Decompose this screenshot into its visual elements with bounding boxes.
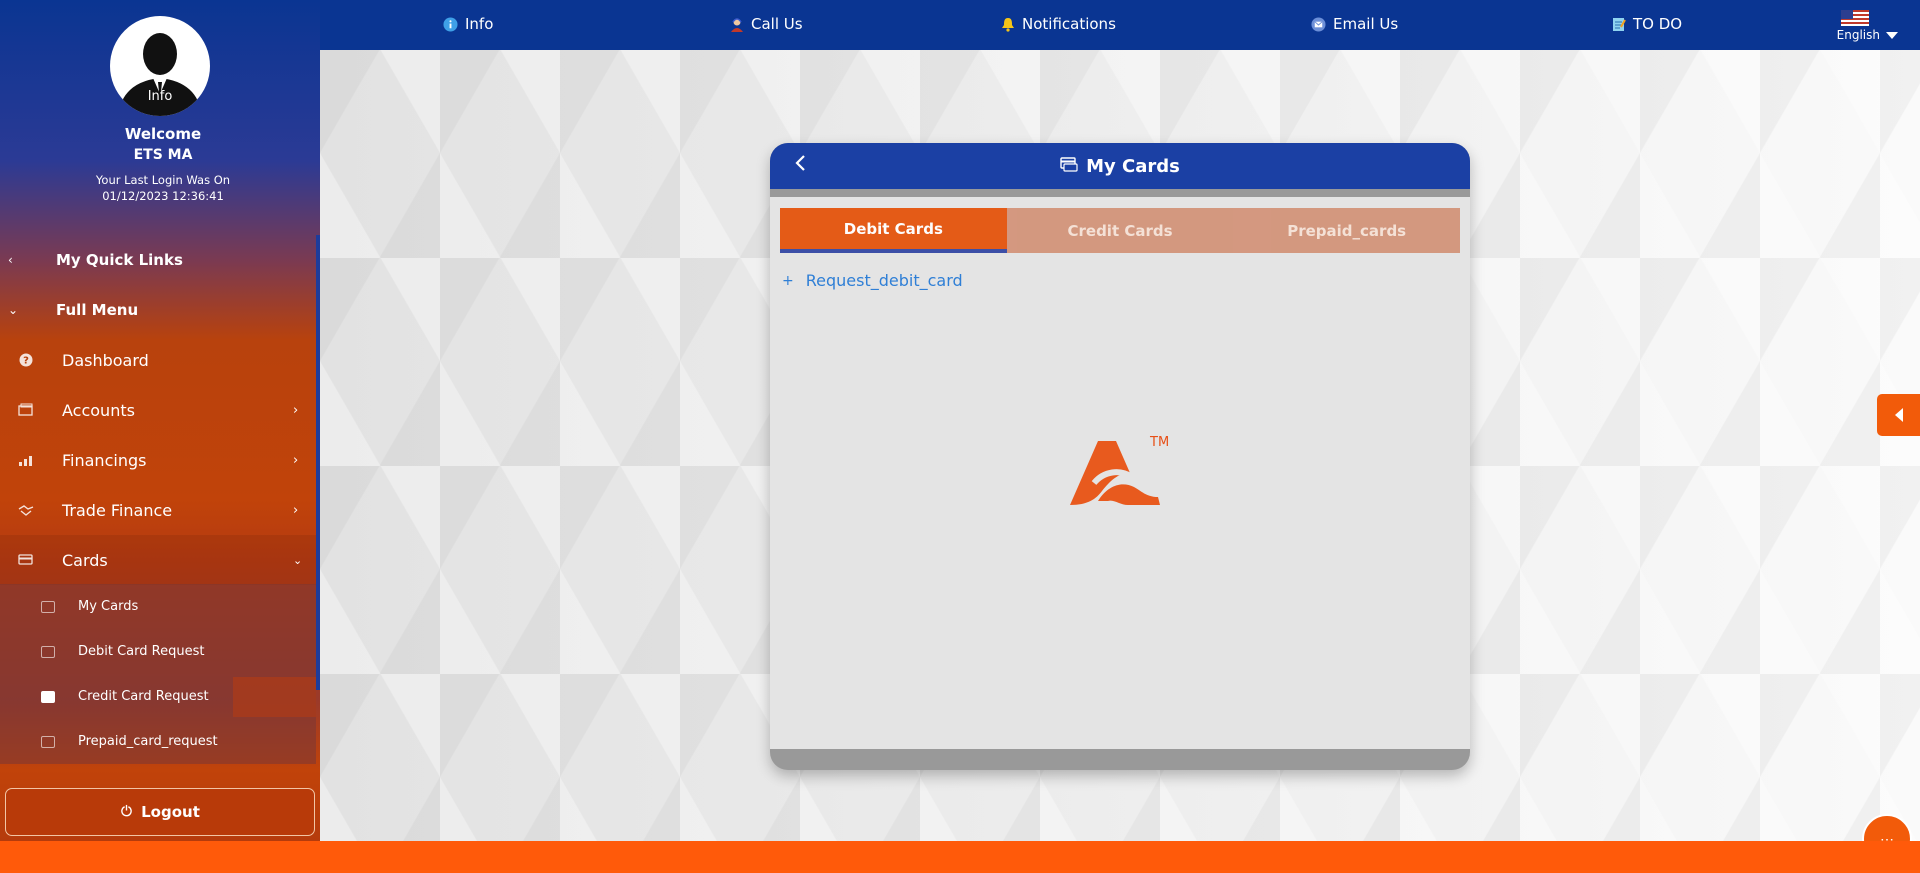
plus-icon: + bbox=[782, 272, 794, 289]
language-selector[interactable]: English bbox=[1837, 10, 1898, 42]
chevron-right-icon: › bbox=[293, 502, 299, 518]
trademark-label: TM bbox=[1150, 435, 1170, 450]
sidebar-item-label: Cards bbox=[62, 550, 108, 570]
email-us-nav-label: Email Us bbox=[1333, 15, 1399, 33]
avatar[interactable]: Info bbox=[110, 16, 210, 116]
card-icon bbox=[41, 735, 55, 748]
notifications-nav-label: Notifications bbox=[1022, 15, 1116, 33]
info-nav-link[interactable]: Info bbox=[443, 0, 493, 48]
card-icon bbox=[41, 645, 55, 658]
full-menu-section[interactable]: ⌄ Full Menu bbox=[0, 290, 316, 330]
handshake-icon bbox=[17, 501, 35, 519]
todo-nav-label: TO DO bbox=[1633, 15, 1683, 33]
chevron-left-icon: ‹ bbox=[8, 253, 13, 267]
quick-links-label: My Quick Links bbox=[56, 251, 183, 269]
help-circle-icon: ? bbox=[17, 351, 35, 369]
notifications-nav-link[interactable]: Notifications bbox=[1000, 0, 1116, 48]
sidebar-subitem-label: Credit Card Request bbox=[78, 689, 209, 704]
chevron-right-icon: › bbox=[293, 452, 299, 468]
quick-links-section[interactable]: ‹ My Quick Links bbox=[0, 240, 316, 280]
username-text: ETS MA bbox=[133, 147, 193, 163]
email-icon bbox=[1311, 16, 1326, 32]
my-cards-panel: My Cards Debit Cards Credit Cards Prepai… bbox=[770, 143, 1470, 770]
logout-label: Logout bbox=[141, 803, 200, 821]
todo-nav-link[interactable]: TO DO bbox=[1611, 0, 1682, 48]
request-debit-card-link[interactable]: + Request_debit_card bbox=[782, 271, 963, 290]
hover-highlight bbox=[233, 677, 316, 717]
sidebar-subitem-label: Debit Card Request bbox=[78, 644, 205, 659]
sidebar-item-cards[interactable]: Cards ⌄ bbox=[0, 535, 316, 585]
card-icon bbox=[17, 551, 35, 569]
logout-button[interactable]: Logout bbox=[5, 788, 315, 836]
language-label: English bbox=[1836, 28, 1880, 42]
request-debit-card-label: Request_debit_card bbox=[805, 271, 963, 290]
chevron-down-icon: ⌄ bbox=[293, 553, 303, 567]
sidebar-item-label: Financings bbox=[62, 450, 147, 470]
last-login-value: 01/12/2023 12:36:41 bbox=[102, 189, 224, 203]
email-us-nav-link[interactable]: Email Us bbox=[1311, 0, 1398, 48]
caret-left-icon bbox=[1894, 408, 1903, 422]
chevron-down-icon bbox=[1886, 32, 1898, 39]
sidebar-subitem-label: Prepaid_card_request bbox=[78, 734, 218, 749]
brand-logo-icon bbox=[1070, 441, 1160, 505]
sidebar-subitem-debit-card-request[interactable]: Debit Card Request bbox=[0, 629, 316, 674]
call-us-nav-label: Call Us bbox=[751, 15, 803, 33]
sidebar-item-label: Accounts bbox=[62, 400, 135, 420]
support-agent-icon bbox=[729, 17, 744, 32]
chevron-down-icon: ⌄ bbox=[8, 303, 19, 317]
tab-debit-cards[interactable]: Debit Cards bbox=[780, 208, 1007, 253]
sidebar-item-label: Trade Finance bbox=[62, 500, 173, 520]
tab-prepaid-cards[interactable]: Prepaid_cards bbox=[1233, 208, 1461, 253]
bell-icon bbox=[1000, 17, 1015, 32]
info-nav-label: Info bbox=[465, 15, 494, 33]
card-icon bbox=[1060, 156, 1078, 177]
panel-body: Debit Cards Credit Cards Prepaid_cards +… bbox=[770, 197, 1470, 749]
sidebar-scrollbar[interactable] bbox=[316, 235, 320, 690]
sidebar-item-label: Dashboard bbox=[62, 350, 149, 370]
sidebar-subitem-label: My Cards bbox=[78, 599, 139, 614]
sidebar: Info Welcome ETS MA Your Last Login Was … bbox=[0, 0, 320, 841]
sidebar-subitem-prepaid-card-request[interactable]: Prepaid_card_request bbox=[0, 719, 316, 764]
chart-icon bbox=[17, 451, 35, 469]
sidebar-item-financings[interactable]: Financings › bbox=[0, 435, 316, 485]
card-tabs: Debit Cards Credit Cards Prepaid_cards bbox=[780, 208, 1461, 253]
panel-title-text: My Cards bbox=[1086, 155, 1180, 177]
footer-bar bbox=[0, 841, 1920, 873]
welcome-text: Welcome bbox=[124, 125, 202, 143]
tab-credit-cards[interactable]: Credit Cards bbox=[1006, 208, 1234, 253]
sidebar-item-trade-finance[interactable]: Trade Finance › bbox=[0, 485, 316, 535]
chevron-right-icon: › bbox=[293, 402, 299, 418]
card-icon bbox=[41, 690, 55, 703]
avatar-info-label: Info bbox=[147, 89, 173, 104]
full-menu-label: Full Menu bbox=[56, 301, 139, 319]
last-login-info: Your Last Login Was On 01/12/2023 12:36:… bbox=[0, 172, 326, 204]
panel-divider bbox=[770, 189, 1470, 197]
us-flag-icon bbox=[1840, 10, 1869, 26]
sidebar-item-accounts[interactable]: Accounts › bbox=[0, 385, 316, 435]
info-icon bbox=[443, 16, 458, 32]
call-us-nav-link[interactable]: Call Us bbox=[729, 0, 803, 48]
back-arrow-icon[interactable] bbox=[794, 153, 808, 179]
side-panel-toggle[interactable] bbox=[1877, 394, 1920, 436]
sidebar-subitem-my-cards[interactable]: My Cards bbox=[0, 584, 316, 629]
panel-header: My Cards bbox=[770, 143, 1470, 189]
svg-text:?: ? bbox=[23, 356, 29, 367]
logout-icon bbox=[120, 803, 133, 821]
wallet-icon bbox=[17, 401, 35, 419]
last-login-label: Your Last Login Was On bbox=[95, 173, 231, 187]
panel-title: My Cards bbox=[770, 143, 1470, 189]
todo-list-icon bbox=[1611, 17, 1626, 32]
card-icon bbox=[41, 600, 55, 613]
sidebar-item-dashboard[interactable]: ? Dashboard bbox=[0, 335, 316, 385]
